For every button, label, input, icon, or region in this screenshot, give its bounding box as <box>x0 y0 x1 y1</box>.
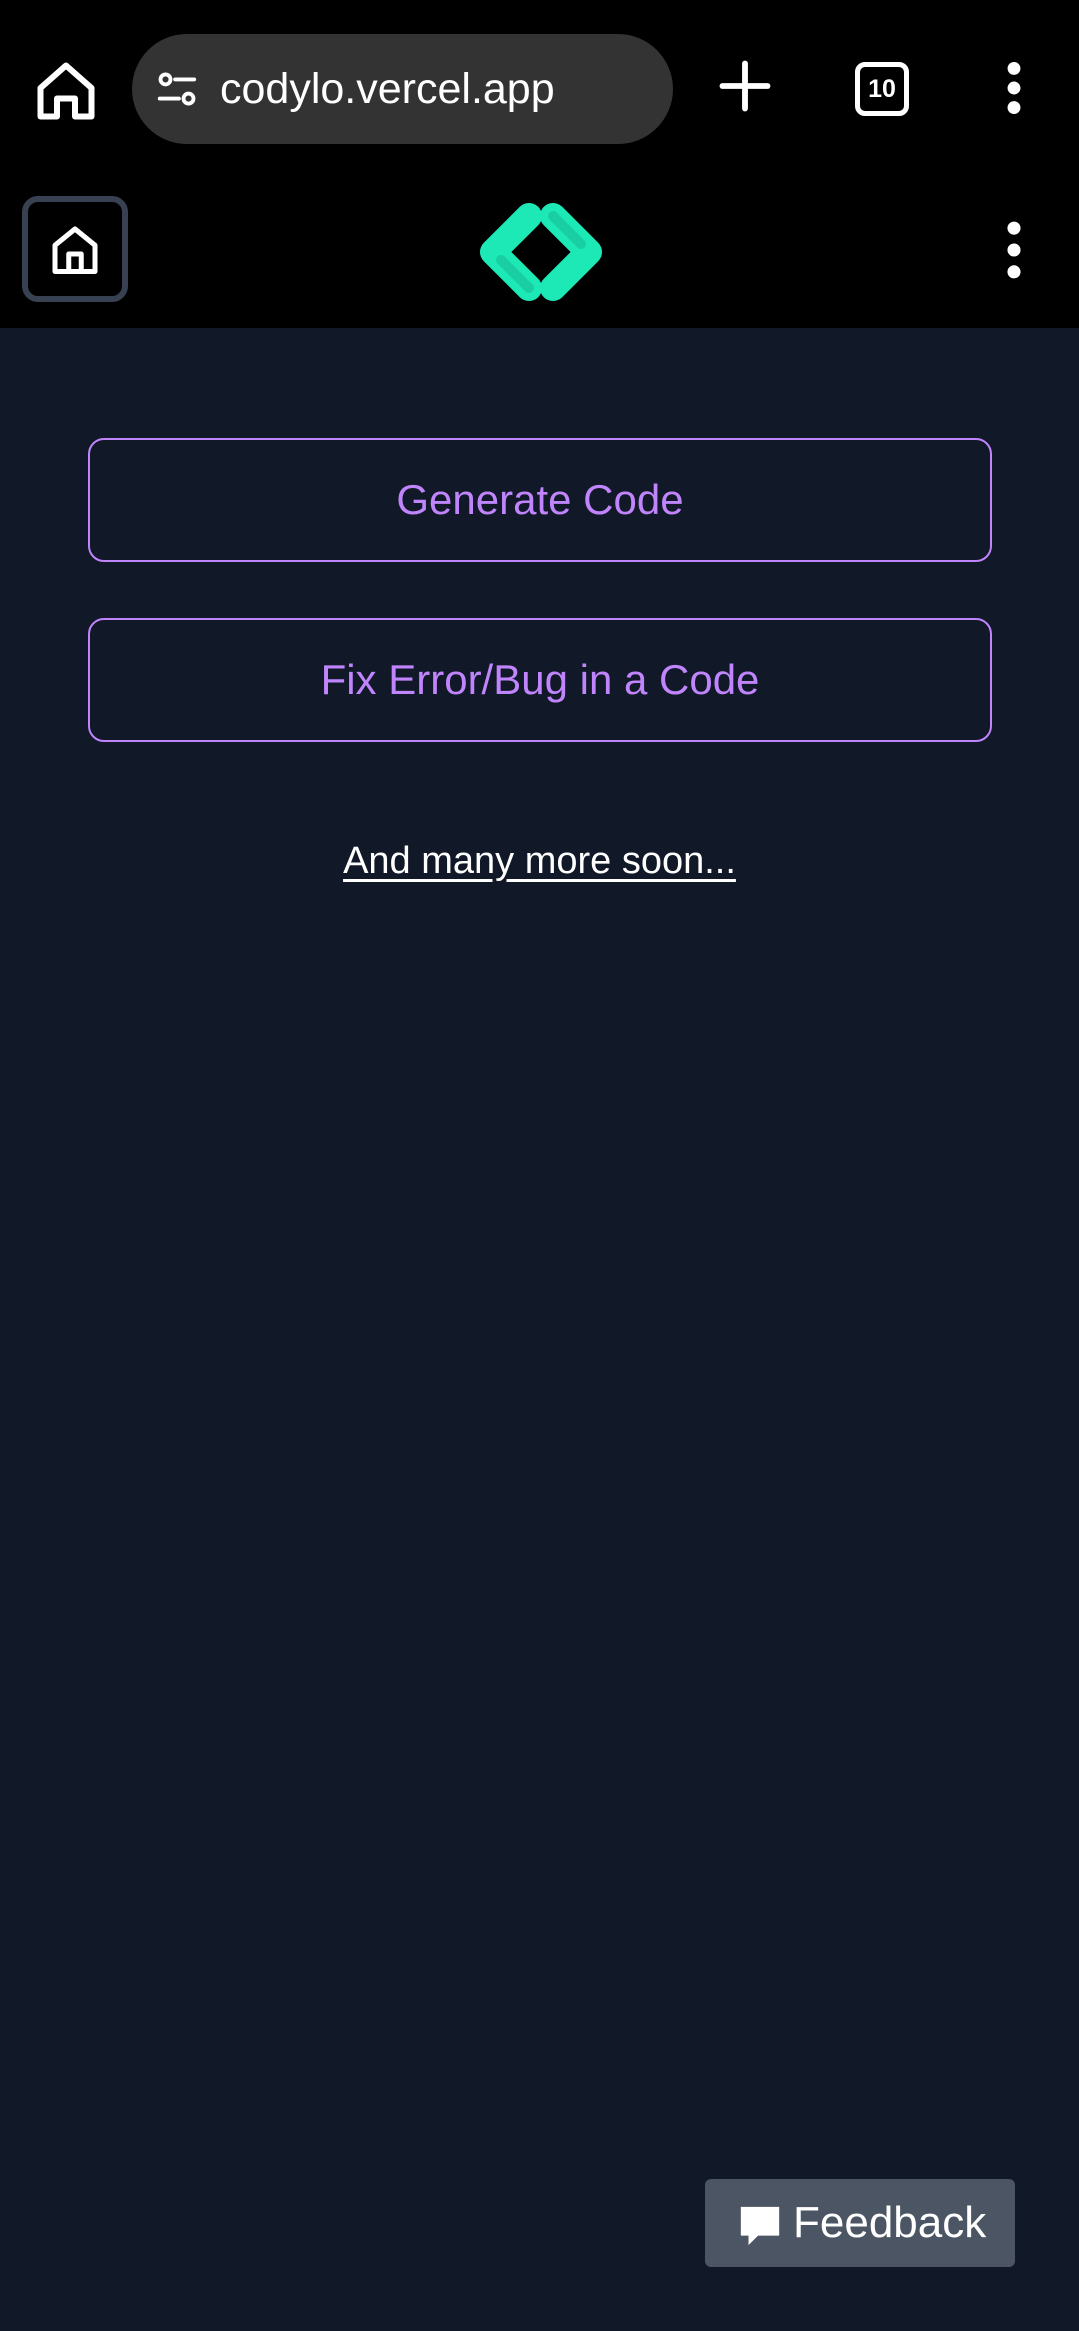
browser-toolbar: codylo.vercel.app 10 <box>0 0 1079 180</box>
app-header <box>0 180 1079 328</box>
home-icon[interactable] <box>30 55 102 127</box>
new-tab-icon[interactable] <box>718 59 772 113</box>
fix-error-bug-button[interactable]: Fix Error/Bug in a Code <box>88 618 992 742</box>
logo-brackets-icon <box>480 203 602 301</box>
feedback-label: Feedback <box>793 2198 987 2247</box>
address-bar[interactable]: codylo.vercel.app <box>132 34 673 144</box>
chat-bubble-icon <box>740 2206 780 2246</box>
feedback-button[interactable]: Feedback <box>705 2179 1015 2267</box>
more-vert-icon[interactable] <box>1000 220 1028 280</box>
main-content: Generate Code Fix Error/Bug in a Code An… <box>0 328 1079 2331</box>
tab-switcher-button[interactable]: 10 <box>855 62 909 116</box>
more-coming-soon-link[interactable]: And many more soon... <box>0 840 1079 883</box>
site-settings-icon[interactable] <box>154 66 200 112</box>
tab-count: 10 <box>868 75 896 103</box>
more-vert-icon[interactable] <box>1000 60 1028 116</box>
url-text[interactable]: codylo.vercel.app <box>220 34 555 144</box>
home-button[interactable] <box>22 196 128 302</box>
generate-code-button[interactable]: Generate Code <box>88 438 992 562</box>
home-icon <box>52 226 98 274</box>
